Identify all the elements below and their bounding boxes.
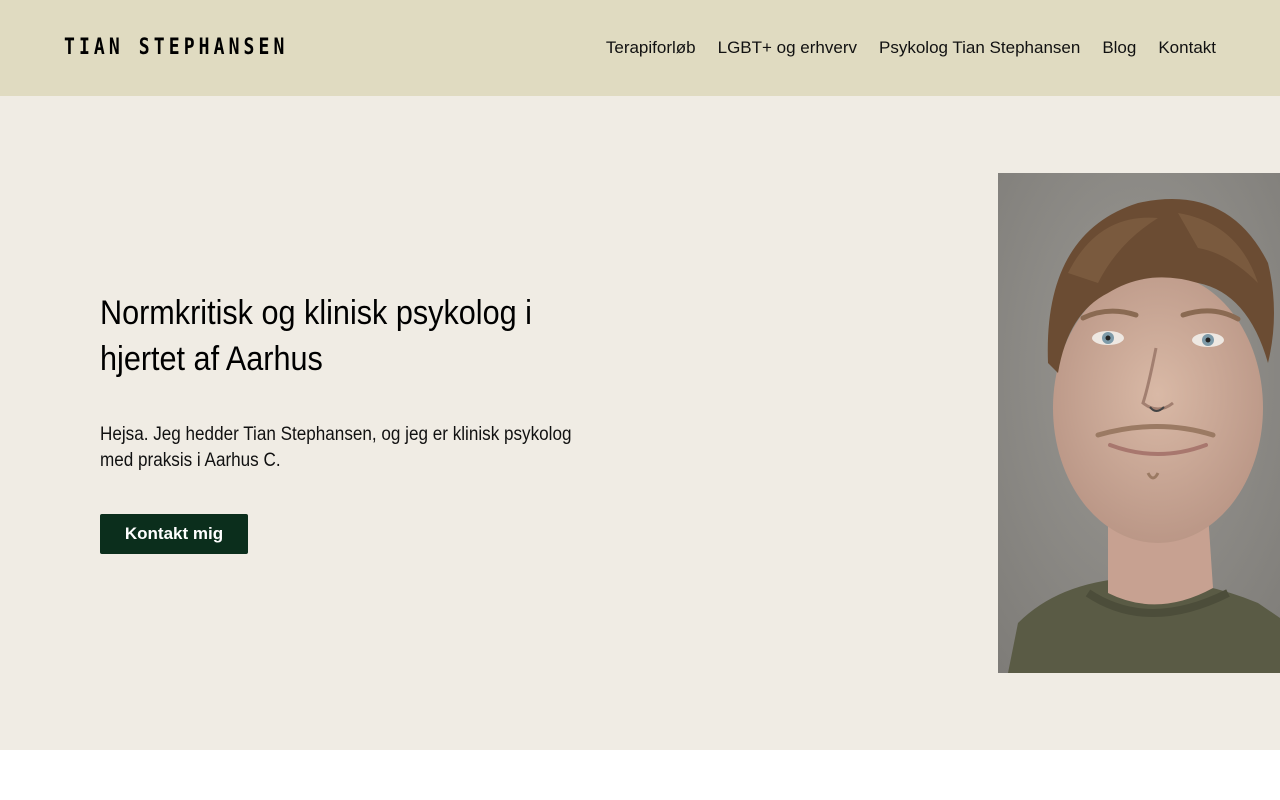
site-logo[interactable]: TIAN STEPHANSEN <box>64 34 288 62</box>
hero-section: Normkritisk og klinisk psykolog i hjerte… <box>0 96 1280 750</box>
contact-me-button[interactable]: Kontakt mig <box>100 514 248 554</box>
hero-intro-text: Hejsa. Jeg hedder Tian Stephansen, og je… <box>100 424 572 471</box>
nav-item-psykolog-tian-stephansen[interactable]: Psykolog Tian Stephansen <box>879 36 1080 60</box>
portrait-photo <box>998 173 1280 673</box>
nav-item-lgbt-og-erhverv[interactable]: LGBT+ og erhverv <box>718 36 857 60</box>
nav-item-kontakt[interactable]: Kontakt <box>1158 36 1216 60</box>
nav-item-terapiforlob[interactable]: Terapiforløb <box>606 36 696 60</box>
hero-title: Normkritisk og klinisk psykolog i hjerte… <box>100 294 532 378</box>
portrait-illustration <box>998 173 1280 673</box>
nav-item-blog[interactable]: Blog <box>1102 36 1136 60</box>
main-nav: Terapiforløb LGBT+ og erhverv Psykolog T… <box>606 36 1216 60</box>
page-bottom <box>0 750 1280 800</box>
site-header: TIAN STEPHANSEN Terapiforløb LGBT+ og er… <box>0 0 1280 96</box>
